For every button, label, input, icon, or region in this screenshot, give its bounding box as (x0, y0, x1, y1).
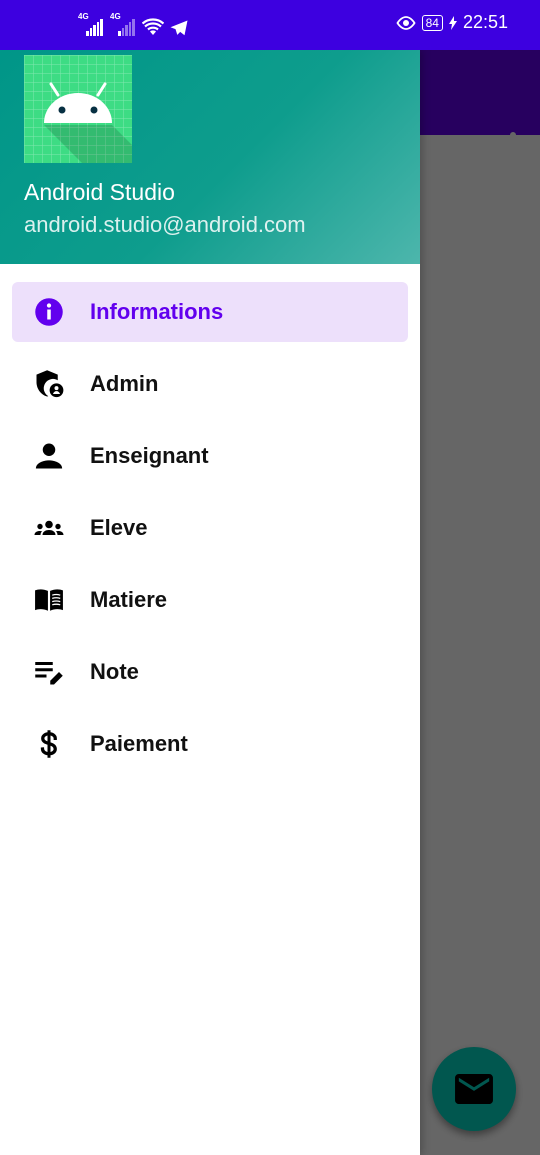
menu-item-eleve[interactable]: Eleve (12, 498, 408, 558)
edit-note-icon (34, 657, 64, 687)
menu-item-label: Note (90, 659, 139, 684)
menu-item-admin[interactable]: Admin (12, 354, 408, 414)
menu-item-label: Admin (90, 371, 159, 396)
menu-item-paiement[interactable]: Paiement (12, 714, 408, 774)
header-user-name: Android Studio (24, 179, 175, 205)
person-icon (34, 441, 64, 471)
status-bar: 4G 4G 84 22:51 (0, 0, 540, 50)
header-user-email: android.studio@android.com (24, 212, 306, 237)
menu-item-label: Enseignant (90, 443, 209, 468)
drawer-menu: Informations Admin Enseignant Eleve Mati… (0, 282, 420, 786)
cell-signal-icon: 4G (78, 12, 104, 36)
menu-item-matiere[interactable]: Matiere (12, 570, 408, 630)
menu-item-label: Eleve (90, 515, 148, 540)
wifi-icon (142, 18, 164, 35)
android-avatar-icon (24, 55, 132, 163)
clock: 22:51 (462, 12, 508, 32)
menu-item-enseignant[interactable]: Enseignant (12, 426, 408, 486)
menu-item-informations[interactable]: Informations (12, 282, 408, 342)
eye-icon (396, 15, 416, 30)
group-icon (34, 513, 64, 543)
navigation-drawer: Android Studio android.studio@android.co… (0, 50, 420, 1155)
menu-item-label: Paiement (90, 731, 188, 756)
info-icon (34, 297, 64, 327)
menu-item-label: Matiere (90, 587, 168, 612)
book-icon (34, 585, 64, 615)
dollar-icon (34, 729, 64, 759)
menu-item-label: Informations (90, 299, 224, 324)
cell-signal-2-icon: 4G (110, 12, 136, 36)
admin-shield-icon (34, 369, 64, 399)
menu-item-note[interactable]: Note (12, 642, 408, 702)
telegram-icon (170, 20, 188, 36)
drawer-header: Android Studio android.studio@android.co… (0, 50, 420, 264)
charging-icon (448, 15, 457, 30)
battery-indicator: 84 (421, 14, 443, 31)
